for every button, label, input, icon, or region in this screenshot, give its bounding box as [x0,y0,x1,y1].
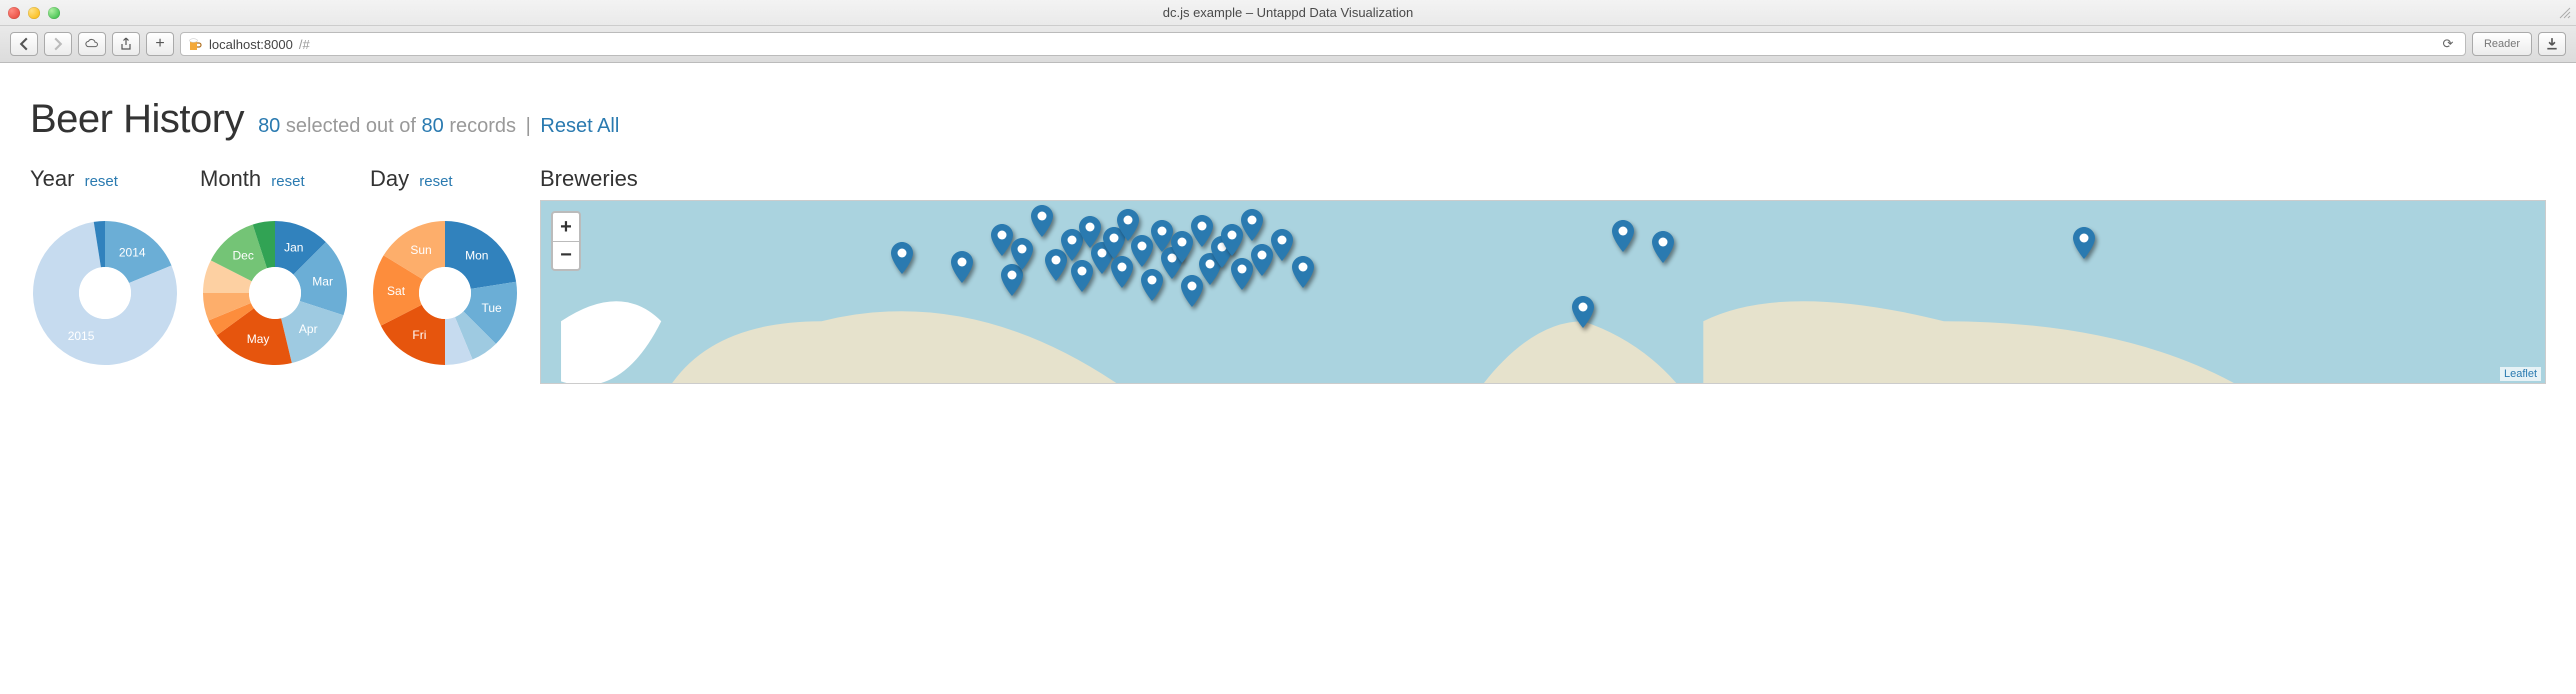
year-heading: Year reset [30,166,180,192]
fullscreen-grip-icon[interactable] [2558,6,2572,20]
day-panel: Day reset Mon Tue Fri Sat Sun [370,166,520,393]
map-marker[interactable] [1251,244,1273,276]
map-marker[interactable] [1031,205,1053,237]
downloads-button[interactable] [2538,32,2566,56]
selected-label: selected out of [286,115,416,137]
day-heading: Day reset [370,166,520,192]
chart-slice-label: Jan [284,241,303,255]
url-path: /# [299,37,310,52]
map-marker[interactable] [1271,229,1293,261]
month-heading: Month reset [200,166,350,192]
url-bar[interactable]: localhost:8000 /# ⟳ [180,32,2466,56]
reset-all-link[interactable]: Reset All [540,115,619,137]
toolbar: + localhost:8000 /# ⟳ Reader [0,26,2576,62]
map-marker[interactable] [1292,256,1314,288]
day-reset-link[interactable]: reset [419,173,452,190]
breweries-map[interactable]: + − Leaflet [540,200,2546,384]
map-zoom-out-button[interactable]: − [553,241,579,269]
forward-button[interactable] [44,32,72,56]
year-panel: Year reset 2014 2015 [30,166,180,393]
year-donut-chart[interactable]: 2014 2015 [30,198,180,388]
title-bar: dc.js example – Untappd Data Visualizati… [0,0,2576,26]
map-tiles [541,201,2545,384]
chart-slice-label: 2015 [68,329,95,343]
map-marker[interactable] [1241,209,1263,241]
share-button[interactable] [112,32,140,56]
reload-button[interactable]: ⟳ [2437,36,2459,52]
map-marker[interactable] [891,242,913,274]
map-marker[interactable] [1131,235,1153,267]
chart-slice-label: Dec [233,249,254,263]
page-title: Beer History [30,97,244,142]
window-title: dc.js example – Untappd Data Visualizati… [0,5,2576,20]
url-host: localhost:8000 [209,37,293,52]
map-marker[interactable] [951,251,973,283]
browser-chrome: dc.js example – Untappd Data Visualizati… [0,0,2576,63]
chart-slice-label: 2014 [119,245,146,259]
map-marker[interactable] [1612,220,1634,252]
map-marker[interactable] [1231,258,1253,290]
breweries-panel: Breweries + − Leaflet [540,166,2546,384]
minimize-window-button[interactable] [28,7,40,19]
map-marker[interactable] [1071,260,1093,292]
add-tab-button[interactable]: + [146,32,174,56]
map-marker[interactable] [1011,238,1033,270]
map-marker[interactable] [2073,227,2095,259]
records-label: records [449,115,516,137]
favicon-beer-icon [187,36,203,52]
map-attribution[interactable]: Leaflet [2500,367,2541,381]
map-zoom-control: + − [551,211,581,271]
chart-slice-label: Mar [312,275,333,289]
map-marker[interactable] [991,224,1013,256]
map-marker[interactable] [1191,215,1213,247]
map-marker[interactable] [1171,231,1193,263]
map-marker[interactable] [1111,256,1133,288]
month-donut-chart[interactable]: Jan Mar Apr May Dec [200,198,350,388]
chart-slice-label: Apr [299,322,318,336]
total-count: 80 [422,115,444,137]
zoom-window-button[interactable] [48,7,60,19]
reader-button[interactable]: Reader [2472,32,2532,56]
day-donut-chart[interactable]: Mon Tue Fri Sat Sun [370,198,520,388]
map-zoom-in-button[interactable]: + [553,213,579,241]
page-content: Beer History 80 selected out of 80 recor… [0,63,2576,403]
record-summary: 80 selected out of 80 records | Reset Al… [258,115,619,138]
icloud-button[interactable] [78,32,106,56]
chart-slice-label: May [247,332,270,346]
map-marker[interactable] [1652,231,1674,263]
month-reset-link[interactable]: reset [271,173,304,190]
chart-slice-label: Tue [481,301,502,315]
traffic-lights [8,7,60,19]
back-button[interactable] [10,32,38,56]
chart-slice-label: Sat [387,284,406,298]
breweries-heading: Breweries [540,166,2546,192]
map-marker[interactable] [1221,224,1243,256]
map-marker[interactable] [1572,296,1594,328]
chart-slice-label: Sun [410,243,431,257]
map-marker[interactable] [1141,269,1163,301]
chart-slice-label: Fri [412,328,426,342]
year-reset-link[interactable]: reset [85,173,118,190]
selected-count: 80 [258,115,280,137]
close-window-button[interactable] [8,7,20,19]
month-panel: Month reset Jan Mar Apr May Dec [200,166,350,393]
chart-slice-label: Mon [465,249,488,263]
